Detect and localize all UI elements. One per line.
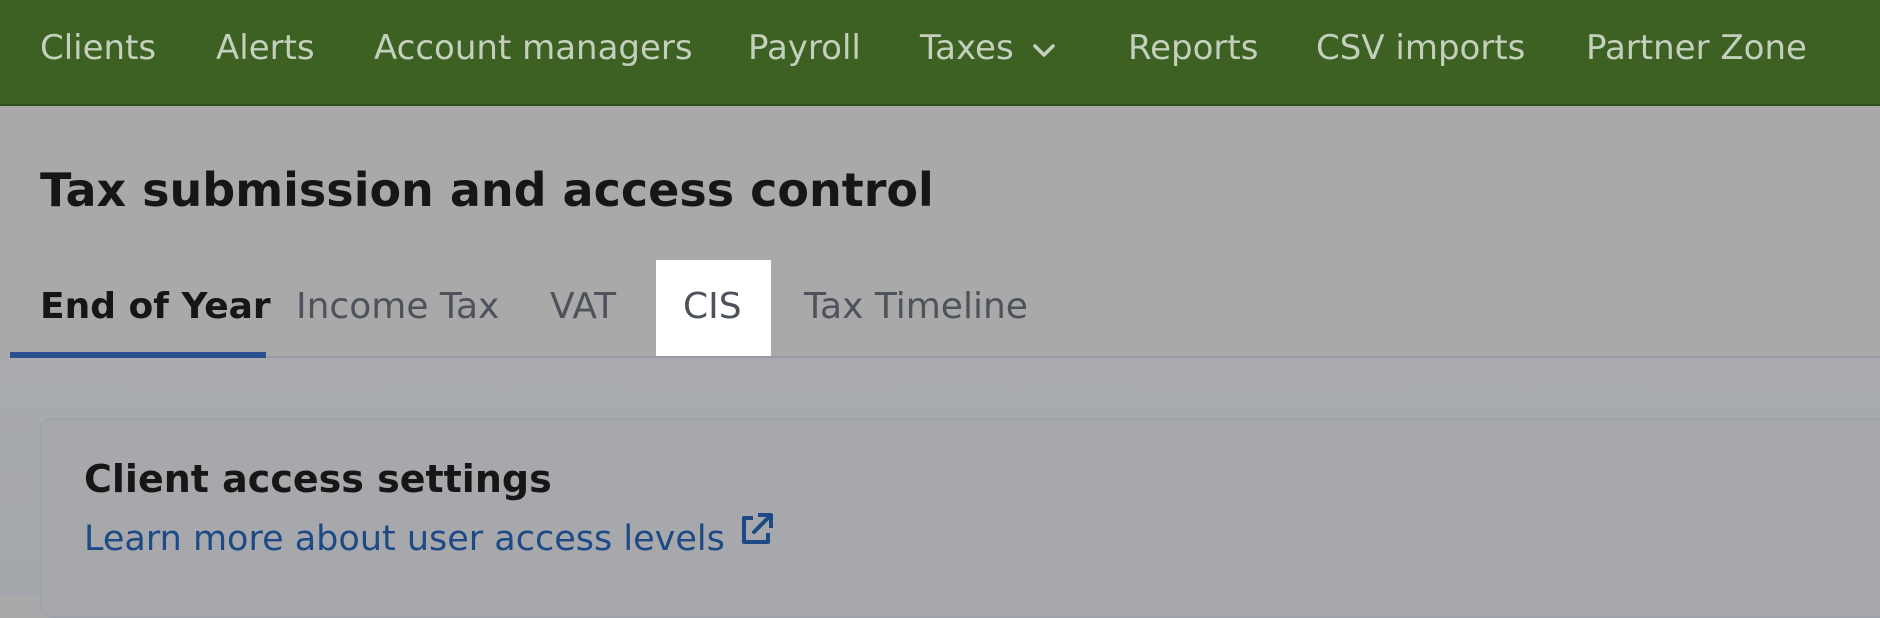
client-access-settings-card: Client access settings Learn more about … [40,418,1880,618]
nav-item-reports[interactable]: Reports [1128,24,1258,72]
nav-item-partner-zone[interactable]: Partner Zone [1586,24,1807,72]
user-access-levels-link[interactable]: Learn more about user access levels [84,511,775,564]
nav-item-taxes-label: Taxes [920,28,1014,68]
top-navigation: Clients Alerts Account managers Payroll … [0,0,1880,106]
nav-item-payroll[interactable]: Payroll [748,24,861,72]
page-title: Tax submission and access control [40,163,934,217]
tab-cis[interactable]: CIS [683,282,742,332]
nav-item-clients[interactable]: Clients [40,24,156,72]
tab-vat[interactable]: VAT [550,282,616,332]
tab-bar: End of Year Income Tax VAT CIS Tax Timel… [0,260,1880,358]
tab-end-of-year[interactable]: End of Year [40,282,271,332]
tab-tax-timeline[interactable]: Tax Timeline [804,282,1028,332]
nav-item-taxes[interactable]: Taxes [920,24,1056,72]
nav-item-alerts[interactable]: Alerts [216,24,315,72]
nav-item-csv-imports[interactable]: CSV imports [1316,24,1525,72]
nav-item-account-managers[interactable]: Account managers [374,24,693,72]
chevron-down-icon [1032,24,1056,72]
user-access-levels-link-label: Learn more about user access levels [84,519,725,559]
tab-income-tax[interactable]: Income Tax [296,282,499,332]
card-title: Client access settings [84,457,552,501]
external-link-icon [737,511,775,563]
